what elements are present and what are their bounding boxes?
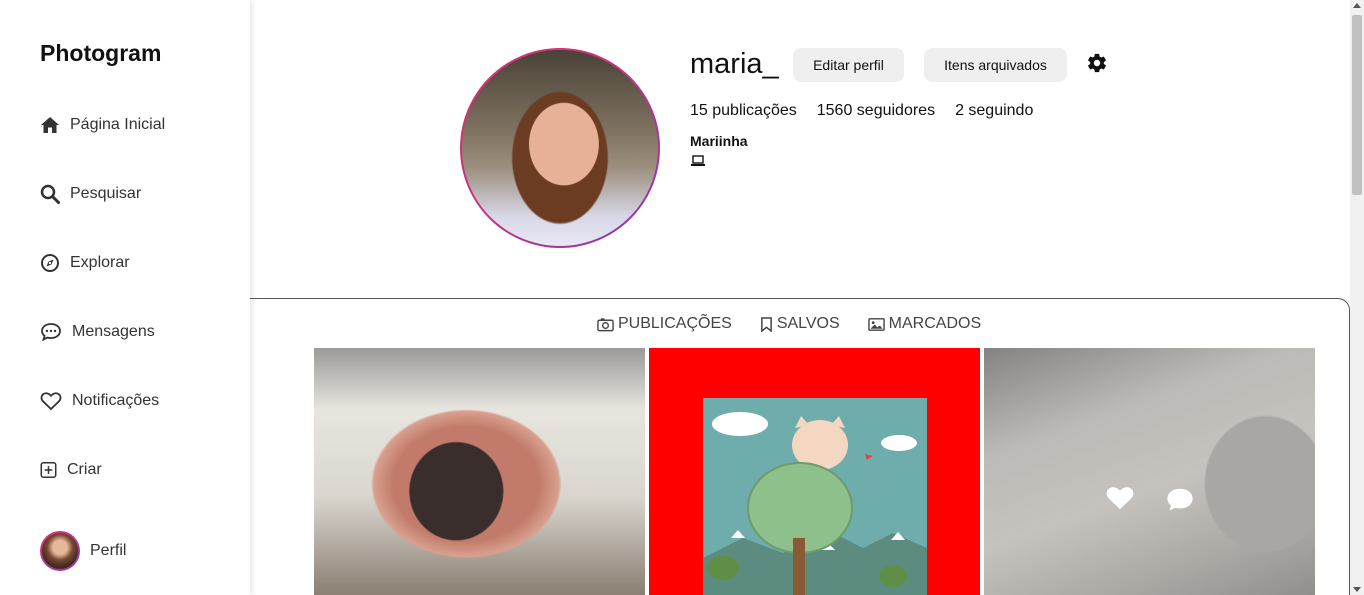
comment-icon[interactable] [1164,486,1196,514]
tab-tagged[interactable]: MARCADOS [867,315,982,333]
cartoon-cat-illustration [703,398,927,595]
search-icon [40,184,60,204]
tab-posts[interactable]: PUBLICAÇÕES [597,315,732,333]
sidebar-item-explore[interactable]: Explorar [40,253,130,273]
hover-overlay [984,348,1315,595]
tab-label: PUBLICAÇÕES [618,315,732,332]
scrollbar-thumb[interactable] [1352,15,1362,195]
scroll-down-arrow-icon[interactable] [1353,587,1361,592]
post-thumbnail[interactable] [314,348,645,595]
profile-stats: 15 publicações 1560 seguidores 2 seguind… [690,102,1033,120]
profile-username: maria_ [690,48,779,80]
sidebar-item-search[interactable]: Pesquisar [40,184,141,204]
scroll-up-arrow-icon[interactable] [1353,3,1361,8]
sidebar-item-home[interactable]: Página Inicial [40,115,165,135]
sidebar-item-label: Página Inicial [70,116,166,133]
sidebar-item-create[interactable]: Criar [40,460,102,480]
edit-profile-button[interactable]: Editar perfil [793,48,904,82]
sidebar-item-label: Mensagens [72,323,155,340]
page-scrollbar[interactable] [1350,0,1364,595]
gear-icon[interactable] [1086,52,1108,74]
message-icon [41,323,61,342]
home-icon [41,117,59,133]
profile-tabs: PUBLICAÇÕES SALVOS MARCADOS [597,315,981,333]
camera-icon [597,317,614,331]
plus-square-icon [40,462,57,478]
heart-icon[interactable] [1104,484,1136,512]
sidebar-item-label: Perfil [90,542,127,559]
profile-full-name: Mariinha [690,133,748,149]
posts-count: 15 publicações [690,102,797,119]
sidebar-item-notifications[interactable]: Notificações [40,391,159,411]
archived-items-button[interactable]: Itens arquivados [924,48,1067,82]
laptop-icon [691,155,705,166]
tab-saved[interactable]: SALVOS [760,315,840,333]
tab-label: SALVOS [776,315,840,332]
heart-icon [40,392,62,411]
sidebar: Photogram Página Inicial Pesquisar Explo… [0,0,250,595]
following-count[interactable]: 2 seguindo [955,102,1033,120]
profile-main: maria_ Editar perfil Itens arquivados 15… [250,0,1350,595]
post-thumbnail[interactable] [649,348,980,595]
followers-count[interactable]: 1560 seguidores [817,102,935,120]
app-logo[interactable]: Photogram [40,40,161,67]
sidebar-item-profile[interactable]: Perfil [40,531,126,571]
post-thumbnail[interactable] [984,348,1315,595]
sidebar-item-label: Pesquisar [70,185,142,202]
image-icon [867,317,885,331]
sidebar-item-label: Criar [67,461,102,478]
profile-avatar[interactable] [460,48,660,248]
bookmark-icon [760,316,772,332]
avatar [40,531,80,571]
tab-label: MARCADOS [888,315,982,332]
sidebar-item-label: Explorar [70,254,130,271]
sidebar-item-messages[interactable]: Mensagens [40,322,155,342]
compass-icon [41,254,59,272]
sidebar-item-label: Notificações [72,392,160,409]
